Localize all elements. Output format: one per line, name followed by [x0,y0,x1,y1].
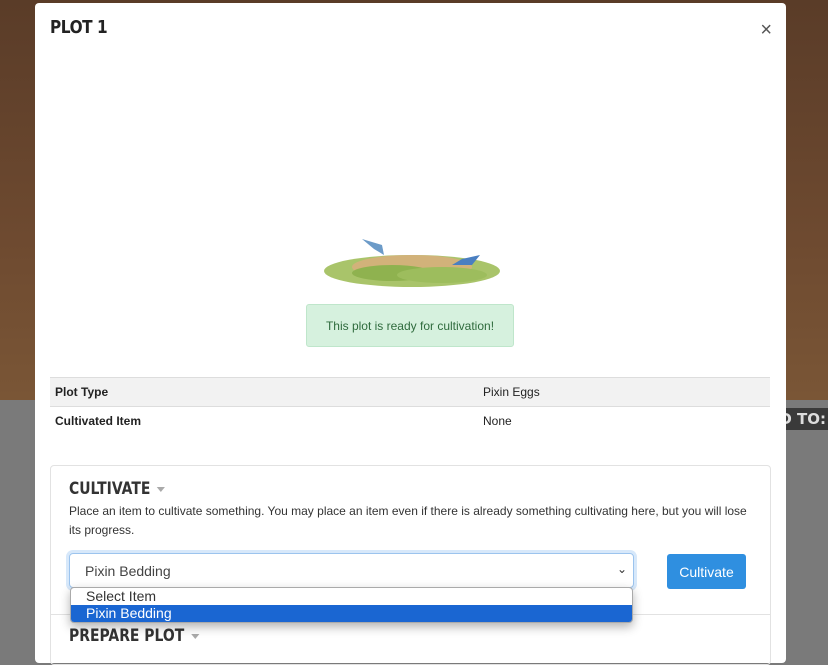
close-icon[interactable]: × [760,19,772,42]
cultivate-heading[interactable]: CULTIVATE [69,479,166,499]
modal-title: PLOT 1 [50,17,108,38]
cultivate-description: Place an item to cultivate something. Yo… [69,504,747,537]
item-select-dropdown: Select Item Pixin Bedding [70,587,633,623]
plot-details-table: Plot Type Pixin Eggs Cultivated Item None [50,377,770,436]
prepare-plot-heading[interactable]: PREPARE PLOT [69,626,200,646]
caret-down-icon [190,633,200,639]
plot-modal: PLOT 1 × This plot is ready for cultivat… [35,3,786,665]
nest-image [324,239,500,287]
caret-down-icon [156,486,166,492]
status-alert: This plot is ready for cultivation! [306,304,514,347]
actions-panel: CULTIVATE Place an item to cultivate som… [50,465,771,665]
cultivate-button[interactable]: Cultivate [667,554,746,589]
item-select[interactable]: Pixin Bedding ⌄ [69,553,634,588]
chevron-down-icon: ⌄ [616,562,627,576]
option-pixin-bedding[interactable]: Pixin Bedding [71,605,632,622]
option-select-item[interactable]: Select Item [71,588,632,605]
table-row: Cultivated Item None [50,406,770,436]
table-row: Plot Type Pixin Eggs [50,377,770,407]
